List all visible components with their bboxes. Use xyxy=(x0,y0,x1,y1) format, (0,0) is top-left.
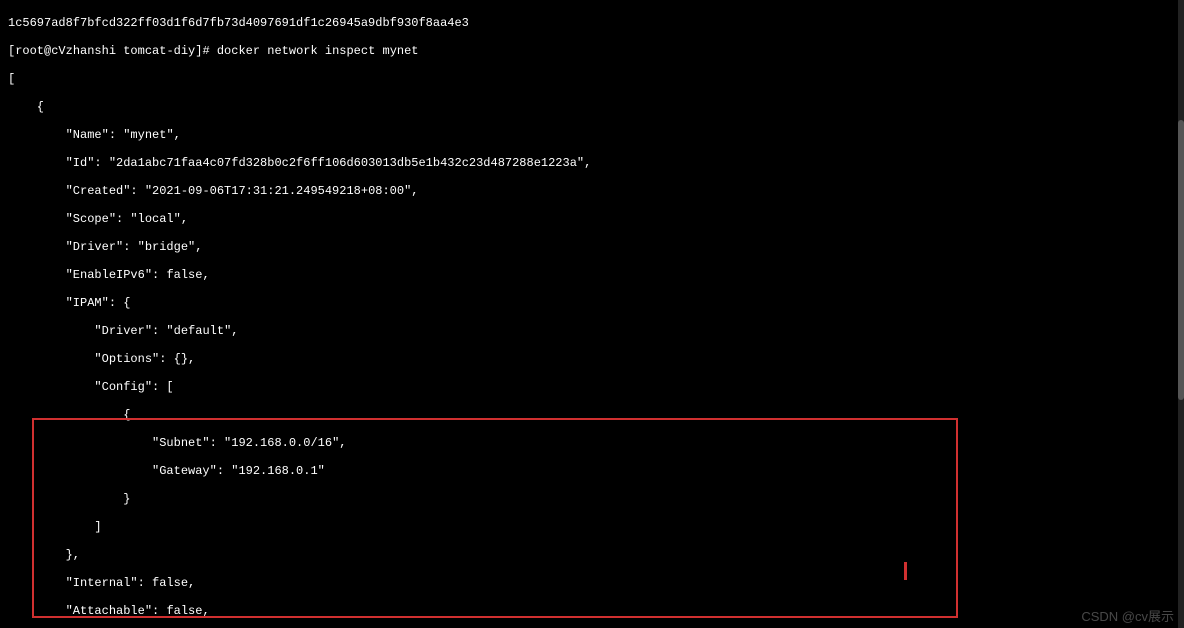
scrollbar[interactable] xyxy=(1178,0,1184,628)
output-line: }, xyxy=(8,548,1176,562)
prompt-line: [root@cVzhanshi tomcat-diy]# docker netw… xyxy=(8,44,1176,58)
output-line: "Driver": "bridge", xyxy=(8,240,1176,254)
output-line: { xyxy=(8,408,1176,422)
output-line: "Options": {}, xyxy=(8,352,1176,366)
output-line: 1c5697ad8f7bfcd322ff03d1f6d7fb73d4097691… xyxy=(8,16,1176,30)
output-line: "Subnet": "192.168.0.0/16", xyxy=(8,436,1176,450)
output-line: "Internal": false, xyxy=(8,576,1176,590)
output-line: "Name": "mynet", xyxy=(8,128,1176,142)
output-line: } xyxy=(8,492,1176,506)
output-line: "Gateway": "192.168.0.1" xyxy=(8,464,1176,478)
terminal-output[interactable]: 1c5697ad8f7bfcd322ff03d1f6d7fb73d4097691… xyxy=(0,0,1184,628)
output-line: "Attachable": false, xyxy=(8,604,1176,618)
output-line: "IPAM": { xyxy=(8,296,1176,310)
scrollbar-thumb[interactable] xyxy=(1178,120,1184,400)
output-line: "Scope": "local", xyxy=(8,212,1176,226)
output-line: "Created": "2021-09-06T17:31:21.24954921… xyxy=(8,184,1176,198)
output-line: "EnableIPv6": false, xyxy=(8,268,1176,282)
output-line: "Config": [ xyxy=(8,380,1176,394)
output-line: { xyxy=(8,100,1176,114)
output-line: "Id": "2da1abc71faa4c07fd328b0c2f6ff106d… xyxy=(8,156,1176,170)
output-line: [ xyxy=(8,72,1176,86)
output-line: "Driver": "default", xyxy=(8,324,1176,338)
output-line: ] xyxy=(8,520,1176,534)
